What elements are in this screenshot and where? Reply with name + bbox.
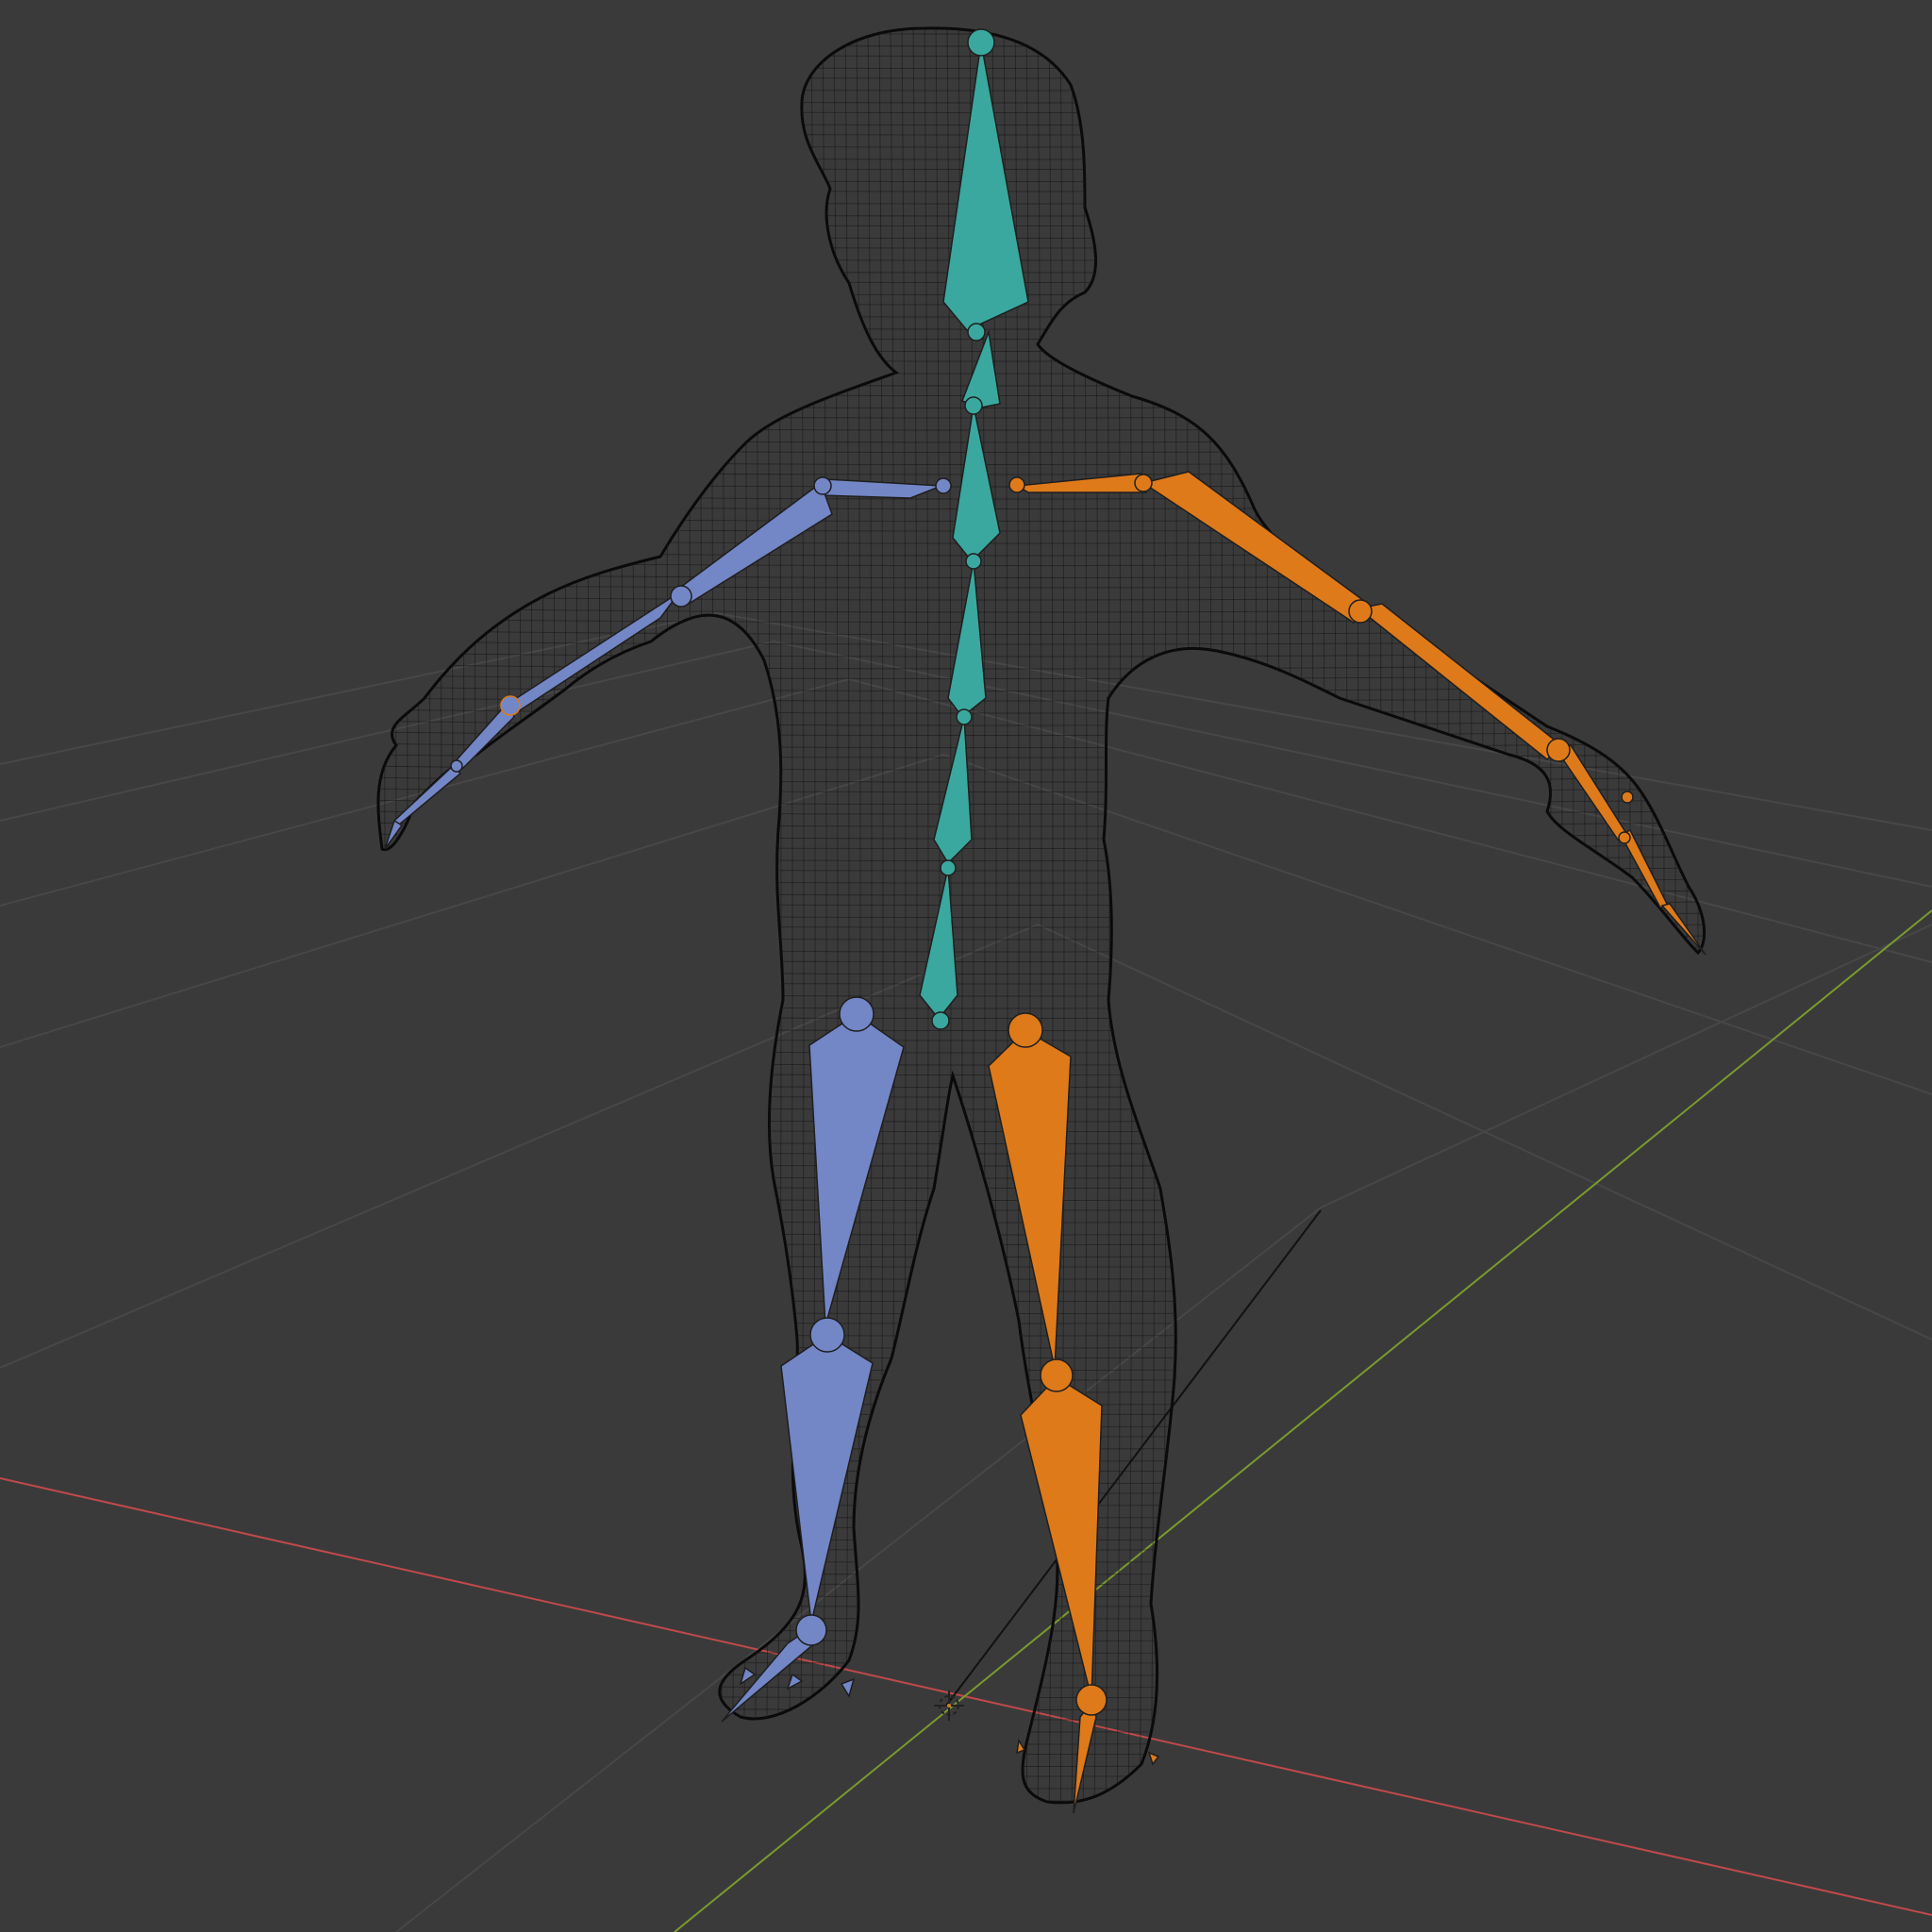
joint-left-elbow[interactable] bbox=[670, 585, 692, 608]
joint-chest[interactable] bbox=[965, 553, 982, 570]
joint-right-clavicle[interactable] bbox=[1134, 474, 1153, 492]
joint-neck-top[interactable] bbox=[967, 323, 986, 341]
joint-right-hand[interactable] bbox=[1621, 791, 1634, 804]
joint-left-clavicle[interactable] bbox=[813, 476, 832, 495]
joint-left-knee[interactable] bbox=[809, 1317, 845, 1353]
joint-right-ankle[interactable] bbox=[1075, 1684, 1108, 1716]
joint-left-shoulder[interactable] bbox=[935, 477, 952, 494]
joint-pelvis[interactable] bbox=[931, 1011, 950, 1030]
joint-right-finger[interactable] bbox=[1618, 831, 1631, 844]
joint-right-elbow[interactable] bbox=[1348, 599, 1373, 624]
joint-spine-upper[interactable] bbox=[956, 708, 973, 725]
joint-left-wrist[interactable] bbox=[500, 695, 521, 716]
viewport-canvas[interactable] bbox=[0, 0, 1932, 1932]
joint-right-wrist[interactable] bbox=[1546, 738, 1571, 762]
joint-spine-mid[interactable] bbox=[940, 859, 957, 876]
joint-neck-base[interactable] bbox=[964, 396, 983, 415]
joint-right-shoulder[interactable] bbox=[1008, 476, 1025, 493]
joint-right-hip[interactable] bbox=[1008, 1012, 1043, 1048]
joint-left-ankle[interactable] bbox=[795, 1614, 827, 1646]
joint-head-tip[interactable] bbox=[967, 28, 995, 57]
joint-right-knee[interactable] bbox=[1040, 1358, 1074, 1392]
3d-viewport[interactable] bbox=[0, 0, 1932, 1932]
joint-left-hip[interactable] bbox=[839, 996, 874, 1032]
joint-left-hand[interactable] bbox=[450, 759, 463, 773]
